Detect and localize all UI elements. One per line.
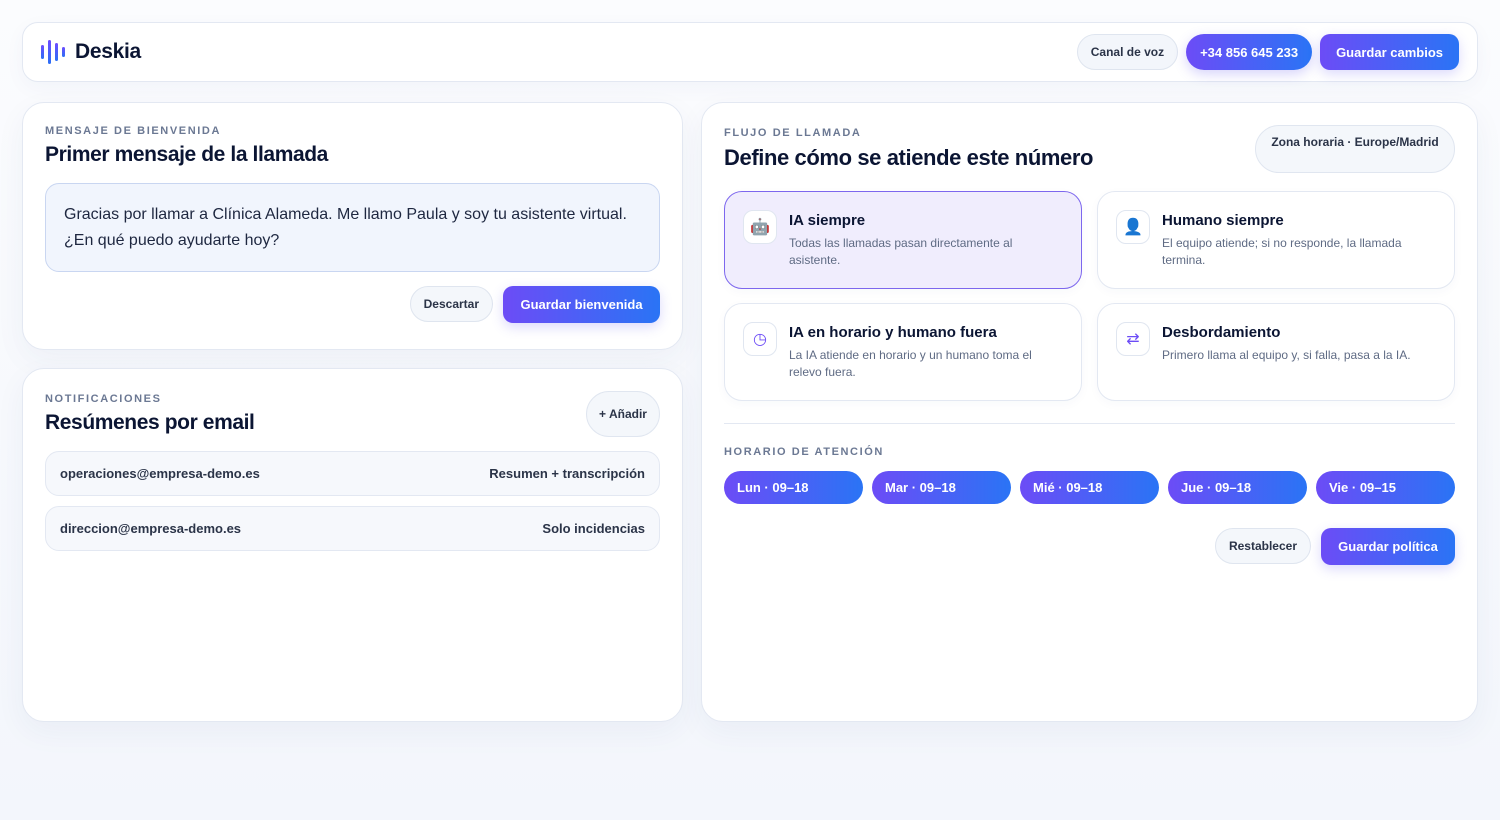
welcome-actions: Descartar Guardar bienvenida	[45, 286, 660, 323]
phone-number-button[interactable]: +34 856 645 233	[1186, 34, 1313, 70]
option-human-always[interactable]: 👤 Humano siempre El equipo atiende; si n…	[1097, 191, 1455, 289]
flow-header: FLUJO DE LLAMADA Define cómo se atiende …	[724, 125, 1455, 173]
option-title: Humano siempre	[1162, 212, 1284, 229]
save-welcome-button[interactable]: Guardar bienvenida	[503, 286, 660, 323]
option-ai-in-hours-human-outside[interactable]: ◷ IA en horario y humano fuera La IA ati…	[724, 303, 1082, 401]
person-icon: 👤	[1116, 210, 1150, 244]
voice-channel-button[interactable]: Canal de voz	[1076, 34, 1179, 70]
brand[interactable]: Deskia	[41, 40, 141, 64]
flow-actions: Restablecer Guardar política	[724, 528, 1455, 565]
top-actions: Canal de voz +34 856 645 233 Guardar cam…	[1076, 34, 1459, 70]
welcome-card: MENSAJE DE BIENVENIDA Primer mensaje de …	[22, 102, 683, 350]
day-chip-monday[interactable]: Lun · 09–18	[724, 471, 863, 504]
email-summary-type: Solo incidencias	[542, 521, 645, 536]
notifications-header: NOTIFICACIONES Resúmenes por email + Aña…	[45, 391, 660, 437]
business-hours: Lun · 09–18 Mar · 09–18 Mié · 09–18 Jue …	[724, 471, 1455, 504]
flow-options: 🤖 IA siempre Todas las llamadas pasan di…	[724, 191, 1455, 401]
day-chip-thursday[interactable]: Jue · 09–18	[1168, 471, 1307, 504]
robot-icon: 🤖	[743, 210, 777, 244]
option-overflow[interactable]: ⇄ Desbordamiento Primero llama al equipo…	[1097, 303, 1455, 401]
flow-eyebrow: FLUJO DE LLAMADA	[724, 127, 862, 139]
save-policy-button[interactable]: Guardar política	[1321, 528, 1455, 565]
option-title: IA siempre	[789, 212, 866, 229]
clock-icon: ◷	[743, 322, 777, 356]
save-changes-button[interactable]: Guardar cambios	[1320, 34, 1459, 70]
option-title: IA en horario y humano fuera	[789, 324, 997, 341]
notifications-card: NOTIFICACIONES Resúmenes por email + Aña…	[22, 368, 683, 722]
swap-icon: ⇄	[1116, 322, 1150, 356]
day-chip-wednesday[interactable]: Mié · 09–18	[1020, 471, 1159, 504]
add-email-button[interactable]: + Añadir	[586, 391, 660, 437]
waveform-logo-icon	[41, 40, 65, 64]
option-description: La IA atiende en horario y un humano tom…	[789, 348, 1032, 379]
email-row[interactable]: direccion@empresa-demo.es Solo incidenci…	[45, 506, 660, 551]
email-row[interactable]: operaciones@empresa-demo.es Resumen + tr…	[45, 451, 660, 496]
brand-name: Deskia	[75, 40, 141, 63]
email-summary-type: Resumen + transcripción	[489, 466, 645, 481]
option-description: Primero llama al equipo y, si falla, pas…	[1162, 348, 1411, 362]
discard-button[interactable]: Descartar	[409, 286, 493, 322]
divider	[724, 423, 1455, 424]
day-chip-tuesday[interactable]: Mar · 09–18	[872, 471, 1011, 504]
reset-button[interactable]: Restablecer	[1214, 528, 1311, 564]
email-address: direccion@empresa-demo.es	[60, 521, 242, 536]
welcome-message-textarea[interactable]: Gracias por llamar a Clínica Alameda. Me…	[45, 183, 660, 272]
option-description: Todas las llamadas pasan directamente al…	[789, 236, 1013, 267]
email-list: operaciones@empresa-demo.es Resumen + tr…	[45, 451, 660, 551]
hours-eyebrow: HORARIO DE ATENCIÓN	[724, 446, 884, 458]
option-title: Desbordamiento	[1162, 324, 1281, 341]
day-chip-friday[interactable]: Vie · 09–15	[1316, 471, 1455, 504]
timezone-badge[interactable]: Zona horaria · Europe/Madrid	[1255, 125, 1455, 173]
top-bar: Deskia Canal de voz +34 856 645 233 Guar…	[22, 22, 1478, 82]
option-ai-always[interactable]: 🤖 IA siempre Todas las llamadas pasan di…	[724, 191, 1082, 289]
flow-title: Define cómo se atiende este número	[724, 145, 1094, 170]
notifications-title: Resúmenes por email	[45, 411, 255, 434]
notifications-eyebrow: NOTIFICACIONES	[45, 393, 162, 405]
option-description: El equipo atiende; si no responde, la ll…	[1162, 236, 1402, 267]
welcome-eyebrow: MENSAJE DE BIENVENIDA	[45, 125, 222, 137]
welcome-title: Primer mensaje de la llamada	[45, 143, 328, 166]
email-address: operaciones@empresa-demo.es	[60, 466, 260, 481]
call-flow-card: FLUJO DE LLAMADA Define cómo se atiende …	[701, 102, 1478, 722]
